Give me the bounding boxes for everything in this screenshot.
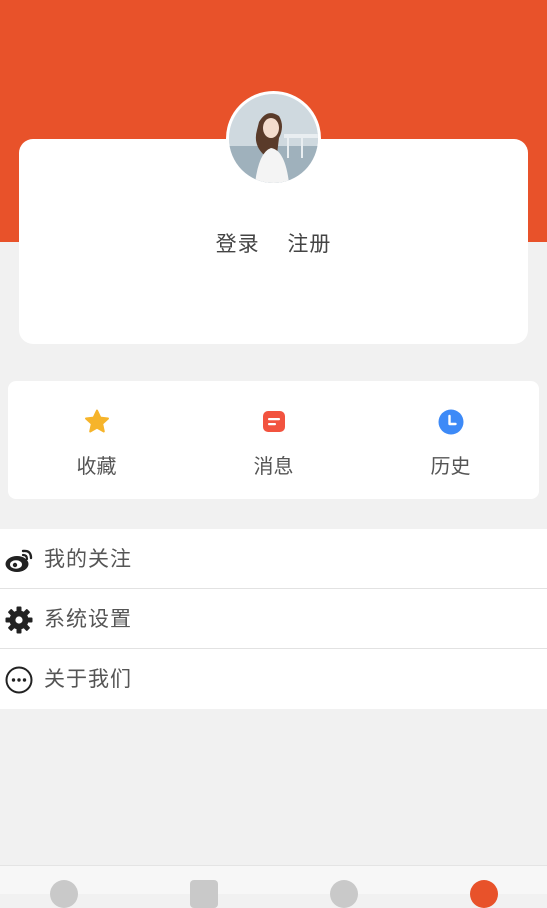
quick-action-history[interactable]: 历史: [362, 381, 539, 499]
menu-item-label: 系统设置: [44, 607, 132, 631]
avatar-photo: [229, 94, 318, 183]
menu-item-settings[interactable]: 系统设置: [0, 589, 547, 649]
quick-action-messages[interactable]: 消息: [185, 381, 362, 499]
menu-item-label: 我的关注: [44, 547, 132, 571]
menu-item-following[interactable]: 我的关注: [0, 529, 547, 589]
bottom-tab-bar: [0, 865, 547, 908]
quick-action-favorites[interactable]: 收藏: [8, 381, 185, 499]
login-link[interactable]: 登录: [216, 228, 260, 258]
quick-action-label: 消息: [253, 454, 294, 478]
weibo-icon: [5, 549, 33, 572]
gear-icon: [5, 606, 33, 634]
register-link[interactable]: 注册: [287, 228, 331, 258]
send-icon[interactable]: [330, 880, 358, 908]
settings-menu: 我的关注 系统设置 关于我们: [0, 529, 547, 709]
star-icon: [85, 409, 109, 433]
quick-actions-card: 收藏 消息 历史: [8, 381, 539, 499]
add-icon[interactable]: [190, 880, 218, 908]
avatar[interactable]: [226, 91, 321, 186]
quick-action-label: 收藏: [76, 454, 117, 478]
quick-action-label: 历史: [430, 454, 471, 478]
home-icon[interactable]: [50, 880, 78, 908]
menu-item-label: 关于我们: [44, 667, 132, 691]
user-icon[interactable]: [470, 880, 498, 908]
auth-links: 登录 注册: [19, 228, 528, 258]
message-icon: [263, 411, 285, 432]
menu-item-about[interactable]: 关于我们: [0, 649, 547, 709]
clock-icon: [438, 409, 464, 435]
more-dots-icon: [5, 666, 33, 694]
